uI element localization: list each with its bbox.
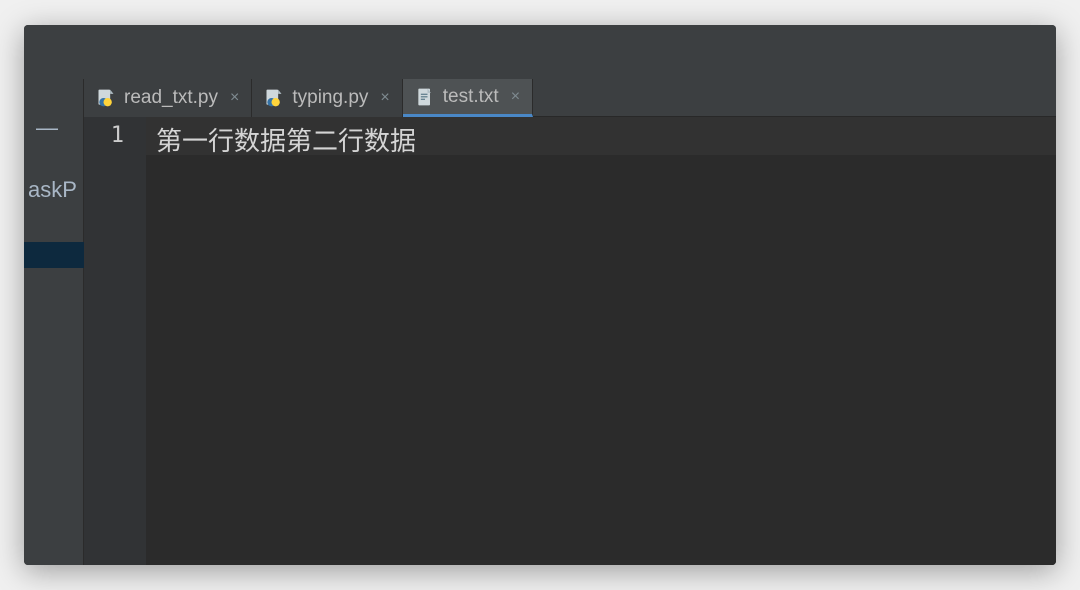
editor-line: 第一行数据第二行数据	[146, 117, 1056, 158]
tab-label: test.txt	[443, 86, 499, 108]
python-file-icon	[264, 88, 284, 108]
editor-content[interactable]: 第一行数据第二行数据	[146, 117, 1056, 565]
tab-bar: read_txt.py × typing.py ×	[84, 79, 1056, 117]
tab-test-txt[interactable]: test.txt ×	[403, 79, 533, 117]
content-row: — askP read_txt.py	[24, 79, 1056, 565]
editor-column: read_txt.py × typing.py ×	[84, 79, 1056, 565]
gutter: 1	[84, 117, 146, 565]
tab-label: typing.py	[292, 87, 368, 109]
close-icon[interactable]: ×	[230, 89, 239, 107]
minimize-icon[interactable]: —	[24, 114, 83, 142]
sidebar-selected-item[interactable]	[24, 242, 84, 268]
tab-label: read_txt.py	[124, 87, 218, 109]
python-file-icon	[96, 88, 116, 108]
line-number: 1	[84, 123, 124, 148]
text-file-icon	[415, 87, 435, 107]
editor-area[interactable]: 1 第一行数据第二行数据	[84, 117, 1056, 565]
minimize-glyph: —	[36, 115, 58, 141]
tab-typing-py[interactable]: typing.py ×	[252, 79, 402, 117]
window-titlebar	[24, 25, 1056, 79]
close-icon[interactable]: ×	[380, 89, 389, 107]
project-sidebar: — askP	[24, 79, 84, 565]
sidebar-item-label: askP	[28, 177, 77, 202]
ide-window: — askP read_txt.py	[24, 25, 1056, 565]
tab-read-txt-py[interactable]: read_txt.py ×	[84, 79, 252, 117]
close-icon[interactable]: ×	[511, 88, 520, 106]
sidebar-tree-item[interactable]: askP	[24, 177, 84, 203]
